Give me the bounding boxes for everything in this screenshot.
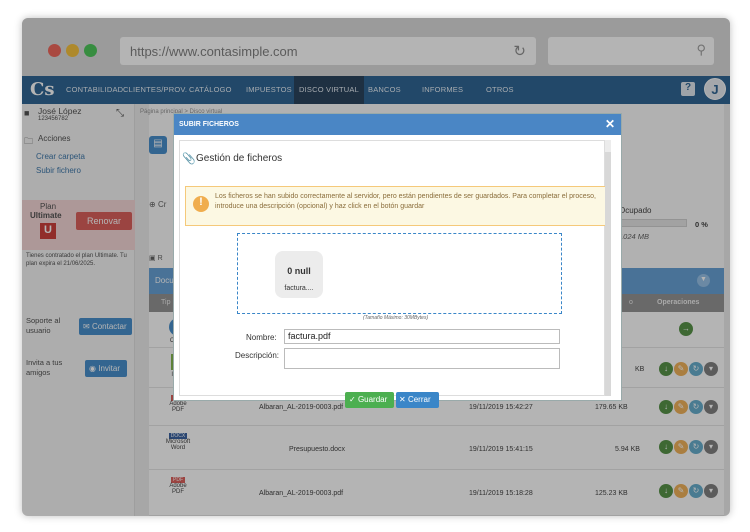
max-size-note: (Tamaño Máximo: 30MBytes) <box>363 315 429 321</box>
close-icon[interactable]: ✕ <box>605 117 615 131</box>
warning-alert: ! Los ficheros se han subido correctamen… <box>185 186 607 226</box>
file-size: 0 null <box>287 266 311 276</box>
dialog-header: SUBIR FICHEROS ✕ <box>174 114 621 135</box>
browser-window: https://www.contasimple.com ↻ ⚲ Cs CONTA… <box>22 18 730 516</box>
file-dropzone[interactable]: 0 null factura.... <box>237 233 562 314</box>
save-label: Guardar <box>357 395 388 404</box>
name-label: Nombre: <box>246 333 277 342</box>
cancel-label: Cerrar <box>407 395 431 404</box>
warning-icon: ! <box>193 196 209 212</box>
dialog-title: SUBIR FICHEROS <box>179 121 239 128</box>
save-button[interactable]: ✓ Guardar <box>345 392 394 408</box>
files-title: Gestión de ficheros <box>196 153 283 164</box>
dialog-body: 📎 Gestión de ficheros ! Los ficheros se … <box>179 140 611 408</box>
dialog-content: 📎 Gestión de ficheros ! Los ficheros se … <box>179 140 607 408</box>
description-field[interactable] <box>284 348 560 369</box>
dialog-scrollbar[interactable] <box>605 152 611 396</box>
description-label: Descripción: <box>235 351 280 360</box>
cancel-button[interactable]: ✕ Cerrar <box>396 392 439 408</box>
warning-text: Los ficheros se han subido correctamente… <box>215 193 596 210</box>
name-field[interactable]: factura.pdf <box>284 329 560 344</box>
paperclip-icon: 📎 <box>182 153 196 165</box>
upload-dialog: SUBIR FICHEROS ✕ 📎 Gestión de ficheros !… <box>173 113 622 408</box>
file-name: factura.... <box>284 285 314 292</box>
file-thumbnail[interactable]: 0 null factura.... <box>275 251 323 298</box>
